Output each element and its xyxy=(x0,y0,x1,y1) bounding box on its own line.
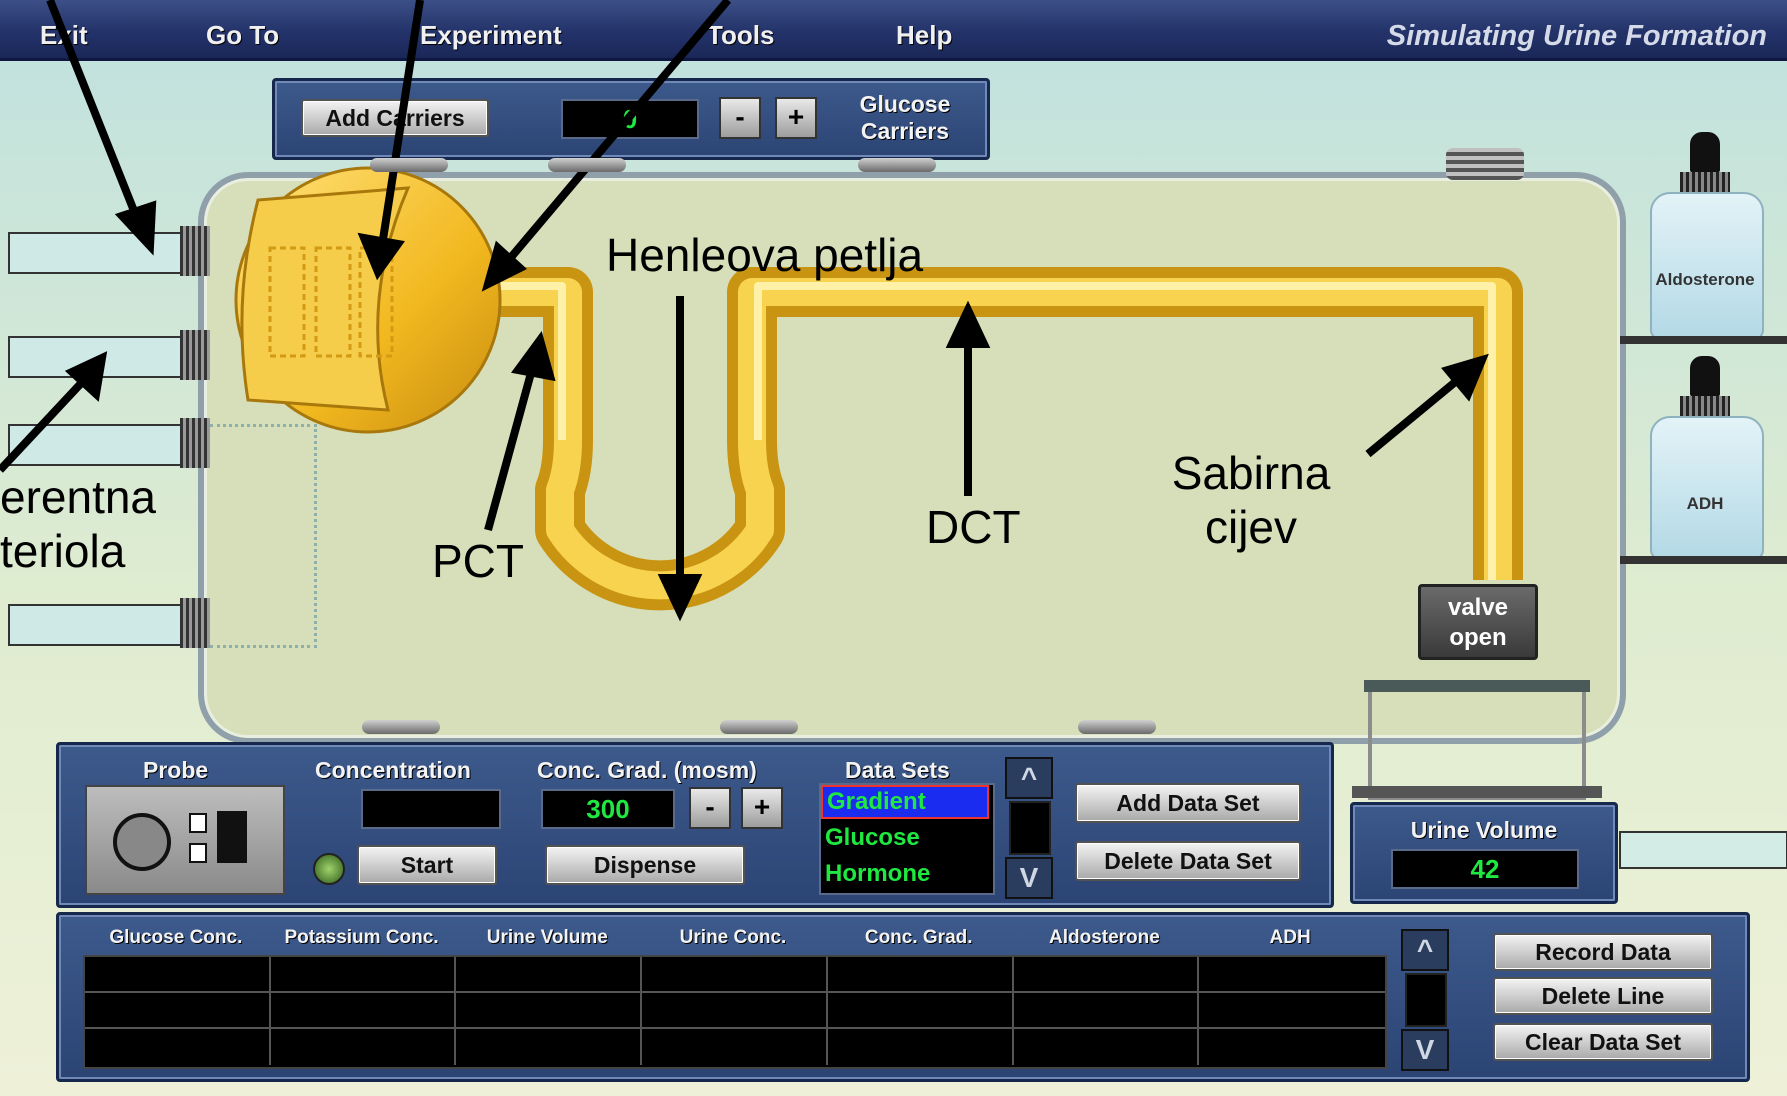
data-set-item[interactable]: Hormone xyxy=(825,857,930,891)
status-light-icon xyxy=(313,853,345,885)
data-sets-scroll-up-button[interactable]: ^ xyxy=(1005,757,1053,799)
table-column-header: Urine Conc. xyxy=(679,927,787,948)
start-button[interactable]: Start xyxy=(357,845,497,885)
label-dct: DCT xyxy=(926,501,1021,553)
chamber-stand xyxy=(720,720,798,734)
table-cell[interactable] xyxy=(1013,957,1200,993)
chamber-port xyxy=(1446,148,1524,180)
data-sets-scrollbar[interactable] xyxy=(1009,801,1051,855)
data-sets-list: Gradient Glucose Hormone xyxy=(819,783,995,895)
table-cell[interactable] xyxy=(1199,957,1385,993)
table-cell[interactable] xyxy=(1014,1029,1200,1065)
shelf xyxy=(1620,336,1787,344)
chamber-stand xyxy=(370,158,448,172)
urine-volume-display: 42 xyxy=(1391,849,1579,889)
conc-grad-display: 300 xyxy=(541,789,675,829)
delete-line-button[interactable]: Delete Line xyxy=(1493,977,1713,1015)
label-pct: PCT xyxy=(432,535,524,587)
chamber-stand xyxy=(858,158,936,172)
chamber-stand xyxy=(1078,720,1156,734)
urine-volume-label: Urine Volume xyxy=(1410,817,1558,843)
table-cell[interactable] xyxy=(828,1029,1014,1065)
table-column-header: Conc. Grad. xyxy=(864,927,973,948)
table-column-header: Aldosterone xyxy=(1048,927,1160,948)
label-henle: Henleova petlja xyxy=(606,229,924,281)
concentration-display xyxy=(361,789,501,829)
table-header-row: Glucose Conc. Potassium Conc. Urine Volume… xyxy=(83,927,1383,955)
chamber-stand xyxy=(362,720,440,734)
adh-label: ADH xyxy=(1686,494,1724,513)
table-cell[interactable] xyxy=(270,957,457,993)
probe-slot-icon xyxy=(189,813,207,833)
table-cell[interactable] xyxy=(1199,993,1385,1029)
table-cell[interactable] xyxy=(827,957,1014,993)
table-cell[interactable] xyxy=(642,1029,828,1065)
table-scrollbar[interactable] xyxy=(1405,973,1447,1027)
clear-data-set-button[interactable]: Clear Data Set xyxy=(1493,1023,1713,1061)
aldosterone-label: Aldosterone xyxy=(1655,270,1755,289)
outflow-tube xyxy=(1619,831,1787,869)
table-column-header: Urine Volume xyxy=(486,927,608,948)
table-column-header: ADH xyxy=(1269,927,1311,948)
record-data-button[interactable]: Record Data xyxy=(1493,933,1713,971)
table-cell[interactable] xyxy=(642,993,828,1029)
concentration-label: Concentration xyxy=(315,757,471,783)
probe-screen-icon xyxy=(217,811,247,863)
data-set-item[interactable]: Gradient xyxy=(821,785,989,819)
table-scroll-down-button[interactable]: V xyxy=(1401,1029,1449,1071)
grad-minus-button[interactable]: - xyxy=(689,787,731,829)
table-cell[interactable] xyxy=(270,993,457,1029)
probe-device[interactable] xyxy=(85,785,285,895)
chamber-stand xyxy=(548,158,626,172)
add-data-set-button[interactable]: Add Data Set xyxy=(1075,783,1301,823)
data-sets-label: Data Sets xyxy=(845,757,950,783)
table-cell[interactable] xyxy=(1199,1029,1385,1065)
data-table-panel: Glucose Conc. Potassium Conc. Urine Volume… xyxy=(56,912,1750,1082)
label-arteriola: erentna teriola xyxy=(0,471,157,577)
table-cell[interactable] xyxy=(271,1029,457,1065)
data-table xyxy=(83,955,1387,1069)
probe-dial-icon xyxy=(113,813,171,871)
table-cell[interactable] xyxy=(456,957,643,993)
probe-slot-icon xyxy=(189,843,207,863)
table-cell[interactable] xyxy=(642,957,828,993)
table-cell[interactable] xyxy=(1013,993,1200,1029)
delete-data-set-button[interactable]: Delete Data Set xyxy=(1075,841,1301,881)
table-cell[interactable] xyxy=(456,993,643,1029)
table-column-header: Potassium Conc. xyxy=(284,927,439,948)
conc-grad-label: Conc. Grad. (mosm) xyxy=(537,757,757,783)
dropper-cap-icon xyxy=(1690,356,1720,396)
data-set-item[interactable]: Glucose xyxy=(825,821,920,855)
table-cell[interactable] xyxy=(456,1029,643,1065)
table-cell[interactable] xyxy=(85,1029,271,1065)
table-cell[interactable] xyxy=(85,957,271,993)
dropper-cap-icon xyxy=(1690,132,1720,172)
dispense-button[interactable]: Dispense xyxy=(545,845,745,885)
grad-plus-button[interactable]: + xyxy=(741,787,783,829)
urine-beaker xyxy=(1368,688,1586,800)
table-scroll-up-button[interactable]: ^ xyxy=(1401,929,1449,971)
label-sabirna: Sabirna cijev xyxy=(1171,447,1331,553)
data-sets-scroll-down-button[interactable]: V xyxy=(1005,857,1053,899)
controls-panel: Probe Concentration Start Conc. Grad. (m… xyxy=(56,742,1334,908)
shelf xyxy=(1620,556,1787,564)
beaker-base xyxy=(1352,786,1602,798)
urine-volume-panel: Urine Volume 42 xyxy=(1350,802,1618,904)
beaker-rim xyxy=(1364,680,1590,692)
adh-bottle[interactable]: ADH xyxy=(1650,356,1764,560)
valve-button[interactable]: valve open xyxy=(1418,584,1538,660)
probe-label: Probe xyxy=(143,757,209,783)
aldosterone-bottle[interactable]: Aldosterone xyxy=(1650,132,1764,340)
table-cell[interactable] xyxy=(827,993,1014,1029)
table-cell[interactable] xyxy=(85,993,271,1029)
table-column-header: Glucose Conc. xyxy=(109,927,243,948)
